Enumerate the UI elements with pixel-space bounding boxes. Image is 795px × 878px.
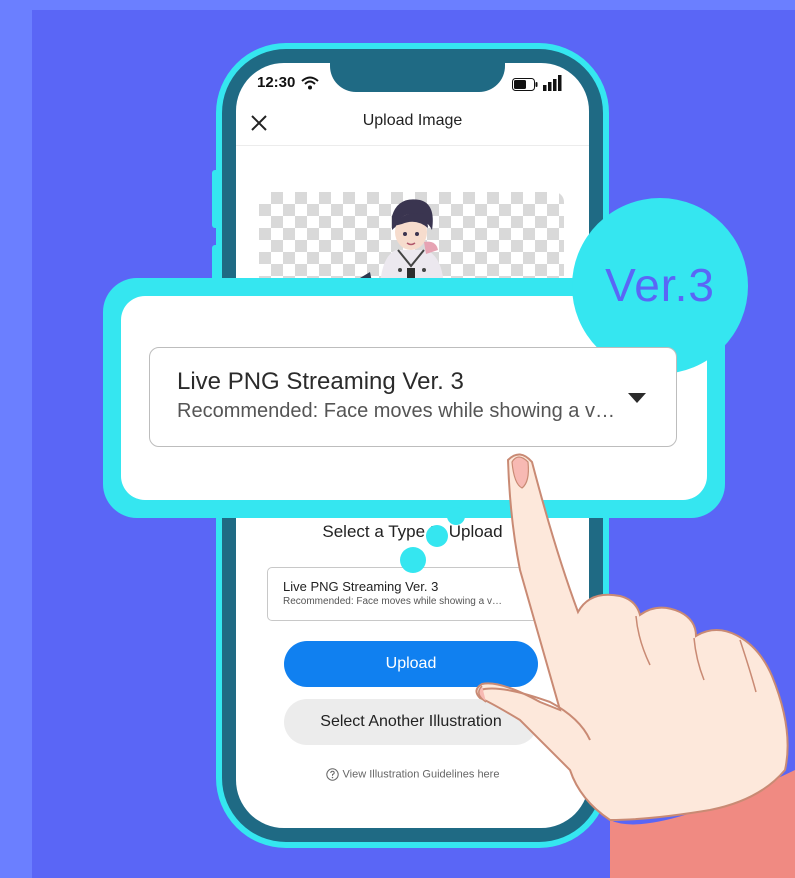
zoomed-select-value: Live PNG Streaming Ver. 3 <box>177 368 464 395</box>
signal-icon <box>543 75 562 91</box>
zoomed-select-description: Recommended: Face moves while showing a … <box>177 400 615 422</box>
callout-connector-dot <box>400 547 426 573</box>
help-icon <box>325 768 339 781</box>
zoomed-upload-type-select[interactable]: Live PNG Streaming Ver. 3 Recommended: F… <box>149 347 677 447</box>
wifi-icon <box>301 76 319 90</box>
status-time: 12:30 <box>257 74 296 91</box>
page-title: Upload Image <box>362 112 463 129</box>
phone-notch <box>330 49 505 92</box>
version-badge-text: Ver.3 <box>605 259 715 311</box>
pointing-hand-illustration <box>475 453 795 878</box>
select-value: Live PNG Streaming Ver. 3 <box>283 579 439 594</box>
phone-side-button <box>212 170 220 228</box>
chevron-down-icon <box>628 393 646 403</box>
character-illustration <box>360 199 444 286</box>
callout-connector-dot <box>426 525 448 547</box>
battery-icon <box>512 78 538 91</box>
